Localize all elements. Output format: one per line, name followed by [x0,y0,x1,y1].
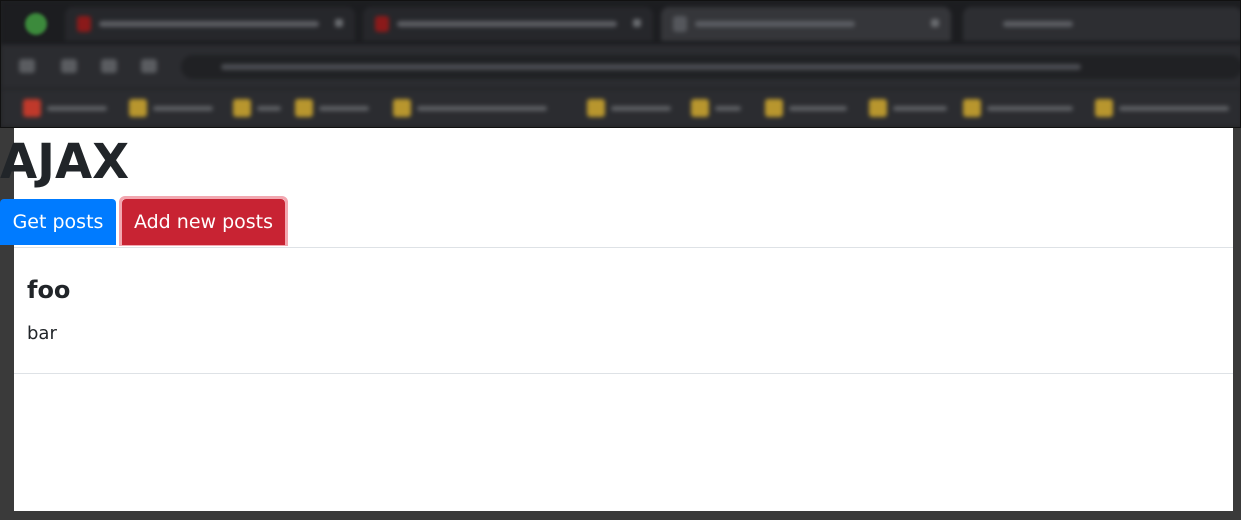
folder-icon [587,99,605,117]
folder-icon [691,99,709,117]
forward-icon[interactable] [61,59,77,73]
post-item: foo bar [14,248,1233,374]
browser-chrome [0,0,1241,128]
folder-icon [765,99,783,117]
browser-tab[interactable] [65,7,355,41]
reload-icon[interactable] [101,59,117,73]
folder-icon [1095,99,1113,117]
folder-icon [129,99,147,117]
extension-icon[interactable] [25,13,47,35]
tab-favicon-icon [77,16,91,32]
bookmarks-bar [1,89,1240,127]
page-title: AJAX [0,134,130,190]
post-body: bar [27,323,57,344]
close-icon[interactable] [335,19,343,27]
page-viewport: AJAX Get posts Add new posts foo bar [0,128,1233,511]
tab-favicon-icon [673,16,687,32]
browser-tab[interactable] [363,7,653,41]
folder-icon [233,99,251,117]
folder-icon [393,99,411,117]
close-icon[interactable] [931,19,939,27]
address-toolbar [1,45,1240,89]
close-icon[interactable] [633,19,641,27]
divider [14,373,1233,374]
folder-icon [295,99,313,117]
add-new-posts-button[interactable]: Add new posts [122,199,285,245]
tab-favicon-icon [375,16,389,32]
back-icon[interactable] [19,59,35,73]
folder-icon [869,99,887,117]
browser-tab-active[interactable] [661,7,951,41]
home-icon[interactable] [141,59,157,73]
browser-tab[interactable] [963,7,1240,41]
folder-icon [963,99,981,117]
tab-strip [1,1,1240,45]
apps-icon [23,99,41,117]
get-posts-button[interactable]: Get posts [0,199,116,245]
post-title: foo [27,276,71,304]
